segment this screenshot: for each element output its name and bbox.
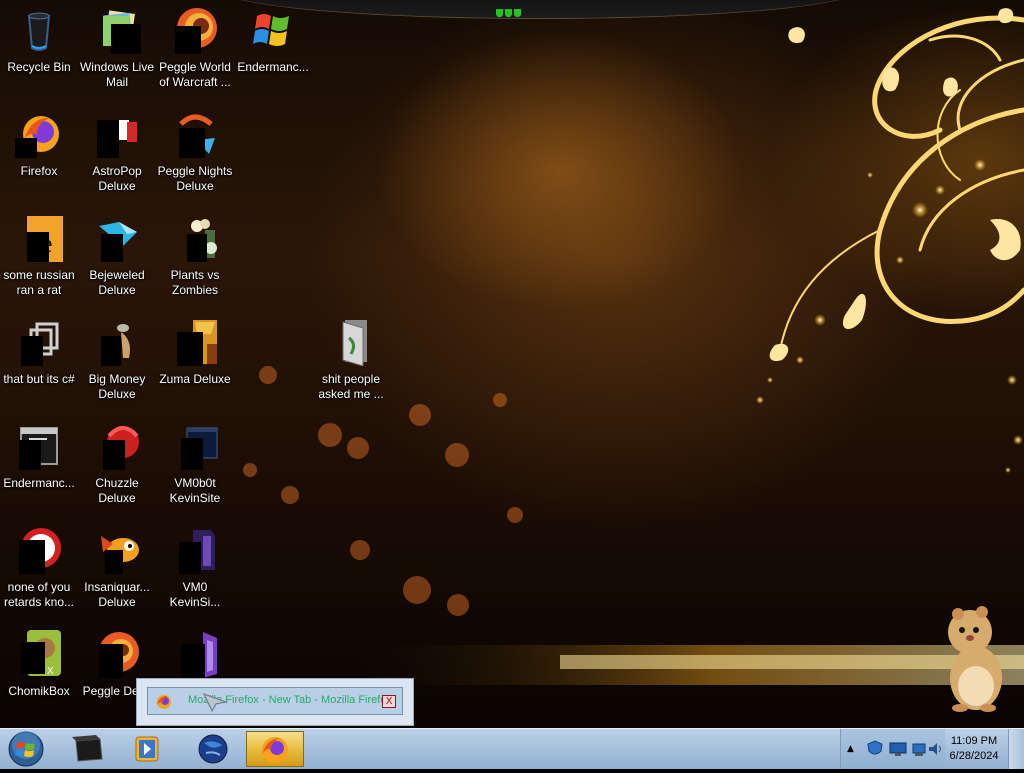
red-white-round-icon [15, 526, 63, 574]
desktop-icon-plants-vs-zombies[interactable]: Plants vs Zombies [156, 214, 234, 298]
firefox-icon [157, 695, 171, 709]
firefox-icon [262, 737, 288, 763]
insaniquarium-fish-icon [93, 526, 141, 574]
desktop-icon-windows-live-mail[interactable]: Windows Live Mail [78, 6, 156, 90]
desktop-icon-label: Chuzzle Deluxe [95, 476, 139, 505]
taskbar: ▲ 11:09 PM 6/28/2024 [0, 728, 1024, 769]
desktop-icon-label: Endermanc... [237, 60, 309, 74]
windows-logo-icon [249, 6, 297, 54]
desktop-icon-zuma[interactable]: Zuma Deluxe [156, 318, 234, 387]
desktop-icon-label: Bejeweled Deluxe [89, 268, 145, 297]
desktop-icon-label: AstroPop Deluxe [92, 164, 142, 193]
folder-icon [327, 318, 375, 367]
desktop-icon-peggle-nights[interactable]: Peggle Nights Deluxe [156, 110, 234, 194]
shortcut-windows-icon [15, 318, 63, 366]
desktop-icon-label: Firefox [20, 164, 58, 178]
chomikbox-hamster-icon: X [15, 630, 63, 678]
desktop-icon-visual-studio[interactable] [156, 630, 234, 684]
desktop-icon-some-russian[interactable]: e some russian ran a rat [0, 214, 78, 298]
plants-vs-zombies-icon [171, 214, 219, 262]
show-hidden-icons-button[interactable]: ▲ [847, 744, 854, 754]
desktop-icon-big-money[interactable]: Big Money Deluxe [78, 318, 156, 402]
desktop-icon-chuzzle[interactable]: Chuzzle Deluxe [78, 422, 156, 506]
desktop-icon-label: Recycle Bin [7, 60, 71, 74]
globe-icon [198, 734, 228, 764]
desktop-background[interactable]: Recycle Bin Windows Live Mail Peggle Wor… [0, 0, 1024, 728]
recycle-bin-icon [15, 6, 63, 54]
peggle-nights-icon [171, 110, 219, 158]
desktop-icon-firefox[interactable]: Firefox [0, 110, 78, 179]
taskbar-button-black-box[interactable] [60, 731, 118, 767]
desktop-icon-label: Peggle Nights Deluxe [157, 164, 233, 193]
desktop-icon-that-but-its-csharp[interactable]: that but its c# [0, 318, 78, 387]
desktop-icon-label: ChomikBox [8, 684, 70, 698]
desktop-icon-chomikbox[interactable]: X ChomikBox [0, 630, 78, 699]
system-tray: ▲ [840, 729, 945, 769]
desktop-icon-label: Plants vs Zombies [170, 268, 220, 297]
hamster-gadget[interactable] [940, 604, 1010, 714]
windows-orb-icon [8, 731, 44, 767]
mouse-cursor-icon [203, 693, 228, 712]
top-led-indicator [496, 4, 528, 17]
dark-window-icon [171, 422, 219, 470]
desktop-icon-label: that but its c# [3, 372, 75, 386]
visual-studio-icon [171, 630, 219, 678]
taskbar-clock[interactable]: 11:09 PM 6/28/2024 [944, 729, 1004, 769]
taskbar-button-media-player[interactable] [118, 731, 176, 767]
desktop-icon-label: VM0b0t KevinSite [169, 476, 221, 505]
desktop-icon-label: Zuma Deluxe [159, 372, 231, 386]
media-player-icon [135, 736, 159, 762]
desktop-icon-peggle-wow[interactable]: Peggle World of Warcraft ... [156, 6, 234, 90]
taskbar-thumbnail-popup[interactable]: Mozilla Firefox - New Tab - Mozilla Fire… [136, 678, 414, 726]
desktop-icon-endermanch-1[interactable]: Endermanc... [234, 6, 312, 75]
taskbar-button-firefox[interactable] [246, 731, 304, 767]
peggle-deluxe-icon [93, 630, 141, 678]
desktop-icon-endermanch-2[interactable]: Endermanc... [0, 422, 78, 491]
volume-icon[interactable] [927, 741, 943, 757]
desktop-icon-label: Peggle World of Warcraft ... [159, 60, 231, 89]
zuma-icon [171, 318, 219, 366]
desktop-icon-label: Endermanc... [3, 476, 75, 490]
astropop-icon [93, 110, 141, 158]
thumbnail-close-button[interactable]: X [382, 695, 396, 708]
desktop-icon-label: Big Money Deluxe [88, 372, 146, 401]
desktop-icon-label: some russian ran a rat [3, 268, 75, 297]
firefox-icon [15, 110, 63, 158]
desktop-icon-bejeweled[interactable]: Bejeweled Deluxe [78, 214, 156, 298]
peggle-unicorn-icon [171, 6, 219, 54]
desktop-icon-label: none of you retards kno... [3, 580, 75, 609]
dark-box-icon [72, 735, 103, 762]
folder-mail-icon [93, 6, 141, 54]
start-button[interactable] [6, 730, 46, 768]
desktop-icon-folder-shit-people[interactable]: shit people asked me ... [312, 318, 390, 402]
desktop-icon-label: Insaniquar... Deluxe [84, 580, 150, 609]
console-window-icon [15, 422, 63, 470]
clock-date: 6/28/2024 [949, 750, 999, 762]
desktop-icon-recycle-bin[interactable]: Recycle Bin [0, 6, 78, 75]
desktop-icon-insaniquarium[interactable]: Insaniquar... Deluxe [78, 526, 156, 610]
orange-e-icon: e [15, 214, 63, 262]
shield-icon[interactable] [867, 740, 883, 758]
desktop-icon-none-of-you[interactable]: none of you retards kno... [0, 526, 78, 610]
taskbar-button-globe[interactable] [184, 731, 242, 767]
bejeweled-icon [93, 214, 141, 262]
desktop-icon-label: VM0 KevinSi... [169, 580, 221, 609]
desktop-icon-vm0b0t-kevinsite[interactable]: VM0b0t KevinSite [156, 422, 234, 506]
desktop-icon-label: Windows Live Mail [79, 60, 155, 89]
show-desktop-button[interactable] [1008, 729, 1024, 769]
chuzzle-icon [93, 422, 141, 470]
monitor-icon[interactable] [889, 741, 907, 757]
desktop-icon-astropop[interactable]: AstroPop Deluxe [78, 110, 156, 194]
desktop-icon-label: shit people asked me ... [318, 372, 384, 401]
clock-time: 11:09 PM [950, 735, 998, 747]
big-money-icon [93, 318, 141, 366]
desktop-icon-vm0-kevinsi[interactable]: VM0 KevinSi... [156, 526, 234, 610]
svg-text:X: X [47, 666, 54, 677]
thumbnail-title-bar[interactable]: Mozilla Firefox - New Tab - Mozilla Fire… [147, 687, 403, 715]
purple-document-icon [171, 526, 219, 574]
